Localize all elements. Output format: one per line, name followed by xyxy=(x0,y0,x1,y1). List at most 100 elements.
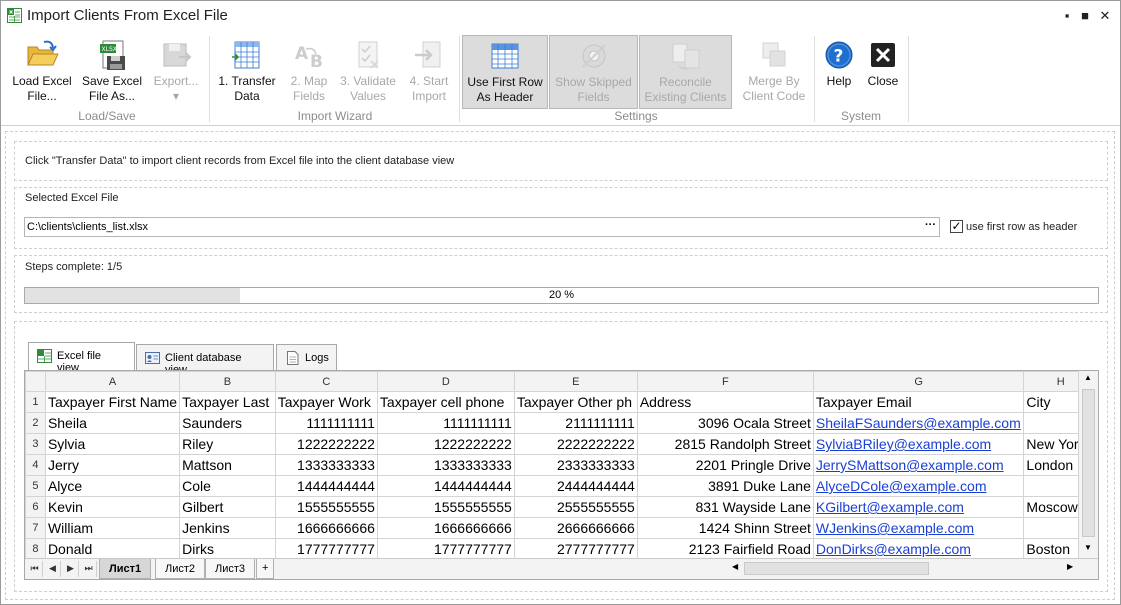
scroll-left-arrow[interactable]: ◀ xyxy=(732,562,738,571)
table-row[interactable]: 7 William Jenkins 1666666666 1666666666 26666… xyxy=(25,517,1098,539)
grid-cell[interactable]: 1333333333 xyxy=(274,454,378,476)
add-sheet-button[interactable]: + xyxy=(256,559,275,579)
next-sheet-button[interactable]: ▶ xyxy=(63,561,79,577)
row-number[interactable]: 4 xyxy=(25,454,46,476)
grid-cell[interactable]: Address xyxy=(636,391,814,413)
grid-cell[interactable]: Taxpayer Last xyxy=(179,391,276,413)
grid-cell[interactable]: Riley xyxy=(179,433,276,455)
help-button[interactable]: ? Help xyxy=(819,35,859,109)
last-sheet-button[interactable]: ⏭ xyxy=(81,561,97,577)
row-number[interactable]: 7 xyxy=(25,517,46,539)
column-header[interactable]: F xyxy=(636,371,814,392)
column-header[interactable]: G xyxy=(812,371,1025,392)
row-number[interactable]: 6 xyxy=(25,496,46,518)
grid-cell[interactable]: 2111111111 xyxy=(513,412,638,434)
horizontal-scroll-thumb[interactable] xyxy=(744,562,929,575)
grid-cell[interactable]: Mattson xyxy=(179,454,276,476)
grid-cell[interactable]: Saunders xyxy=(179,412,276,434)
grid-cell[interactable]: 1777777777 xyxy=(274,538,378,560)
tab-logs[interactable]: Logs xyxy=(276,344,337,370)
grid-cell[interactable]: 2815 Randolph Street xyxy=(636,433,814,455)
row-number[interactable]: 1 xyxy=(25,391,46,413)
table-row[interactable]: 8 Donald Dirks 1777777777 1777777777 27777777… xyxy=(25,538,1098,560)
grid-cell[interactable]: 2201 Pringle Drive xyxy=(636,454,814,476)
grid-cell[interactable]: Sheila xyxy=(44,412,181,434)
maximize-button[interactable]: ■ xyxy=(1078,9,1092,23)
grid-cell[interactable]: WJenkins@example.com xyxy=(812,517,1025,539)
grid-cell[interactable]: Sylvia xyxy=(44,433,181,455)
grid-cell[interactable]: 1222222222 xyxy=(274,433,378,455)
scroll-up-arrow[interactable]: ▲ xyxy=(1084,373,1092,382)
scroll-right-arrow[interactable]: ▶ xyxy=(1067,562,1073,571)
save-excel-file-as-button[interactable]: XLSX Save Excel File As... xyxy=(79,35,145,109)
sheet-tab-2[interactable]: Лист2 xyxy=(155,559,206,579)
load-excel-file-button[interactable]: Load Excel File... xyxy=(9,35,75,109)
scroll-down-arrow[interactable]: ▼ xyxy=(1084,543,1092,552)
grid-cell[interactable]: 1777777777 xyxy=(376,538,515,560)
grid-cell[interactable]: 1444444444 xyxy=(274,475,378,497)
use-first-row-checkbox[interactable]: ✓ xyxy=(950,220,963,233)
grid-cell[interactable]: Taxpayer cell phone xyxy=(376,391,515,413)
grid-cell[interactable]: 3096 Ocala Street xyxy=(636,412,814,434)
table-row[interactable]: 3 Sylvia Riley 1222222222 1222222222 22222222… xyxy=(25,433,1098,455)
row-number[interactable]: 2 xyxy=(25,412,46,434)
start-import-button[interactable]: 4. Start Import xyxy=(403,35,455,109)
grid-cell[interactable]: 1555555555 xyxy=(274,496,378,518)
corner-cell[interactable] xyxy=(25,371,46,392)
grid-cell[interactable]: 2444444444 xyxy=(513,475,638,497)
grid-cell[interactable]: JerrySMattson@example.com xyxy=(812,454,1025,476)
column-header[interactable]: A xyxy=(44,371,181,392)
tab-client-database-view[interactable]: Client database view xyxy=(136,344,274,376)
grid-cell[interactable]: 2333333333 xyxy=(513,454,638,476)
grid-cell[interactable]: Taxpayer Email xyxy=(812,391,1025,413)
grid-cell[interactable]: 3891 Duke Lane xyxy=(636,475,814,497)
spreadsheet-grid[interactable]: A B C D E F G H 1 Taxpayer First Name Taxpayer Las… xyxy=(24,370,1099,580)
grid-cell[interactable]: Dirks xyxy=(179,538,276,560)
minimize-button[interactable]: ▪ xyxy=(1060,9,1074,23)
grid-cell[interactable]: William xyxy=(44,517,181,539)
grid-cell[interactable]: 1666666666 xyxy=(274,517,378,539)
map-fields-button[interactable]: A B 2. Map Fields xyxy=(283,35,335,109)
grid-cell[interactable]: Kevin xyxy=(44,496,181,518)
close-window-button[interactable]: ✕ xyxy=(1098,9,1112,23)
grid-cell[interactable]: 1333333333 xyxy=(376,454,515,476)
table-row[interactable]: 1 Taxpayer First Name Taxpayer Last Taxpaye… xyxy=(25,391,1098,413)
grid-cell[interactable]: 1424 Shinn Street xyxy=(636,517,814,539)
grid-cell[interactable]: 831 Wayside Lane xyxy=(636,496,814,518)
grid-cell[interactable]: Taxpayer Other ph xyxy=(513,391,638,413)
spreadsheet-table[interactable]: A B C D E F G H 1 Taxpayer First Name Taxpayer Las… xyxy=(25,371,1098,560)
grid-cell[interactable]: 2555555555 xyxy=(513,496,638,518)
grid-cell[interactable]: 1555555555 xyxy=(376,496,515,518)
merge-by-client-code-toggle[interactable]: Merge By Client Code xyxy=(737,35,811,109)
grid-cell[interactable]: 1111111111 xyxy=(274,412,378,434)
first-sheet-button[interactable]: ⏮ xyxy=(27,561,43,577)
table-row[interactable]: 5 Alyce Cole 1444444444 1444444444 2444444444… xyxy=(25,475,1098,497)
use-first-row-as-header-toggle[interactable]: Use First Row As Header xyxy=(462,35,548,109)
file-path-input[interactable]: C:\clients\clients_list.xlsx ··· xyxy=(24,217,940,237)
grid-cell[interactable]: 2123 Fairfield Road xyxy=(636,538,814,560)
transfer-data-button[interactable]: 1. Transfer Data xyxy=(215,35,279,109)
table-row[interactable]: 4 Jerry Mattson 1333333333 1333333333 2333333… xyxy=(25,454,1098,476)
column-header[interactable]: E xyxy=(513,371,638,392)
vertical-scrollbar[interactable]: ▲ ▼ xyxy=(1078,371,1098,559)
grid-cell[interactable]: 1111111111 xyxy=(376,412,515,434)
horizontal-scrollbar[interactable]: ◀ ▶ xyxy=(732,561,1077,576)
grid-cell[interactable]: 2666666666 xyxy=(513,517,638,539)
show-skipped-fields-toggle[interactable]: Show Skipped Fields xyxy=(549,35,638,109)
sheet-tab-3[interactable]: Лист3 xyxy=(205,559,256,579)
browse-button[interactable]: ··· xyxy=(925,219,936,231)
row-number[interactable]: 3 xyxy=(25,433,46,455)
column-header[interactable]: D xyxy=(376,371,515,392)
sheet-tab-1[interactable]: Лист1 xyxy=(99,559,152,579)
grid-cell[interactable]: Gilbert xyxy=(179,496,276,518)
table-row[interactable]: 2 Sheila Saunders 1111111111 1111111111 21111… xyxy=(25,412,1098,434)
grid-cell[interactable]: Alyce xyxy=(44,475,181,497)
validate-values-button[interactable]: 3. Validate Values xyxy=(337,35,399,109)
column-header[interactable]: C xyxy=(274,371,378,392)
reconcile-existing-clients-toggle[interactable]: Reconcile Existing Clients xyxy=(639,35,732,109)
close-button[interactable]: Close xyxy=(863,35,903,109)
grid-cell[interactable]: 1444444444 xyxy=(376,475,515,497)
grid-cell[interactable]: DonDirks@example.com xyxy=(812,538,1025,560)
grid-cell[interactable]: 1222222222 xyxy=(376,433,515,455)
grid-cell[interactable]: Taxpayer First Name xyxy=(44,391,181,413)
